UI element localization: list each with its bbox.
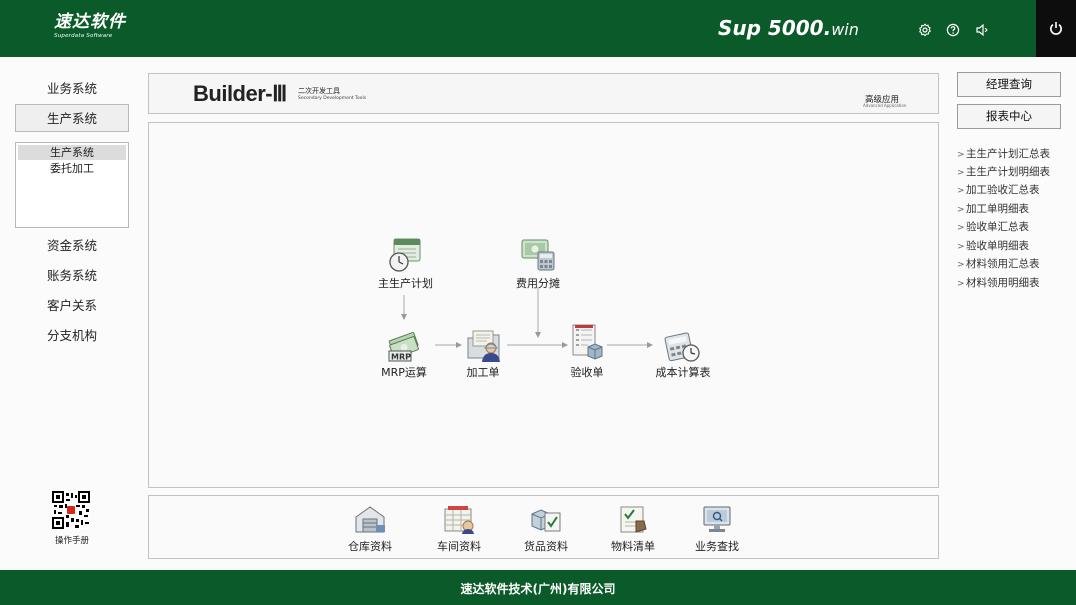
tool-business-search[interactable]: 业务查找 (685, 504, 749, 554)
help-icon[interactable] (946, 23, 960, 37)
document-box-icon[interactable] (568, 322, 606, 360)
material-list-icon (620, 506, 647, 533)
advanced-app-label-en: Advanced Application (863, 103, 907, 108)
node-cost-allocation[interactable]: 费用分摊 (513, 275, 563, 291)
report-center-button[interactable]: 报表中心 (957, 104, 1061, 129)
qr-code-icon[interactable] (52, 491, 90, 529)
chevron-right-icon: > (957, 168, 965, 178)
report-link[interactable]: >主生产计划明细表 (957, 164, 1050, 179)
report-link[interactable]: >材料领用明细表 (957, 275, 1040, 290)
cash-calculator-icon[interactable] (519, 235, 557, 273)
nav-item-business[interactable]: 业务系统 (15, 75, 129, 103)
app-logo-subtitle: Superdata Software (54, 33, 113, 39)
calculator-clock-icon[interactable] (664, 328, 702, 366)
flow-arrow (401, 287, 653, 348)
sound-icon[interactable] (975, 23, 989, 37)
report-link-label: 材料领用汇总表 (966, 258, 1040, 270)
node-process-order[interactable]: 加工单 (461, 364, 505, 380)
chevron-right-icon: > (957, 186, 965, 196)
submenu-item-outsourcing[interactable]: 委托加工 (18, 161, 126, 176)
mrp-cash-icon[interactable]: MRP (386, 328, 424, 366)
power-icon (1050, 22, 1062, 35)
settings-icon[interactable] (918, 23, 932, 37)
report-link[interactable]: >加工单明细表 (957, 201, 1029, 216)
node-cost-sheet[interactable]: 成本计算表 (652, 364, 714, 380)
tool-warehouse-label: 仓库资料 (348, 540, 392, 553)
calendar-clock-icon[interactable] (386, 235, 424, 273)
nav-item-production[interactable]: 生产系统 (15, 104, 129, 132)
nav-item-funds[interactable]: 资金系统 (15, 232, 129, 260)
node-acceptance-order[interactable]: 验收单 (565, 364, 609, 380)
node-main-production-plan[interactable]: 主生产计划 (378, 275, 433, 291)
report-link-label: 验收单明细表 (966, 240, 1029, 252)
manager-query-button[interactable]: 经理查询 (957, 72, 1061, 97)
report-link-label: 加工单明细表 (966, 203, 1029, 215)
tool-material-list-label: 物料清单 (611, 540, 655, 553)
builder-subtitle-cn: 二次开发工具 (298, 87, 340, 95)
tool-goods[interactable]: 货品资料 (514, 504, 578, 554)
report-link[interactable]: >加工验收汇总表 (957, 182, 1040, 197)
footer-bar: 速达软件技术(广州)有限公司 (0, 570, 1076, 605)
workshop-icon (444, 506, 474, 534)
product-name-suffix: win (831, 20, 859, 39)
tool-workshop-label: 车间资料 (437, 540, 481, 553)
tool-workshop[interactable]: 车间资料 (427, 504, 491, 554)
app-logo: 速达软件 (54, 12, 126, 32)
report-link-label: 验收单汇总表 (966, 221, 1029, 233)
report-link[interactable]: >材料领用汇总表 (957, 256, 1040, 271)
builder-banner[interactable]: Builder-Ⅲ 二次开发工具 Secondary Development T… (148, 73, 939, 114)
chevron-right-icon: > (957, 260, 965, 270)
production-flow-panel: 主生产计划 费用分摊 MRP MRP运算 加工单 验收单 成本计算表 (148, 122, 939, 488)
flow-connectors (401, 287, 653, 348)
nav-item-accounting[interactable]: 账务系统 (15, 262, 129, 290)
submenu-item-production[interactable]: 生产系统 (18, 145, 126, 160)
tool-goods-label: 货品资料 (524, 540, 568, 553)
product-name-main: Sup 5000. (718, 16, 832, 40)
power-button[interactable] (1036, 0, 1076, 57)
goods-icon (531, 509, 561, 532)
builder-title: Builder-Ⅲ (193, 81, 287, 106)
manual-label[interactable]: 操作手册 (45, 534, 99, 546)
tool-material-list[interactable]: 物料清单 (601, 504, 665, 554)
chevron-right-icon: > (957, 279, 965, 289)
svg-text:MRP: MRP (391, 353, 411, 362)
header-bar: 速达软件 Superdata Software Sup 5000.win (0, 0, 1076, 57)
report-link[interactable]: >验收单明细表 (957, 238, 1029, 253)
chevron-right-icon: > (957, 223, 965, 233)
report-link-label: 主生产计划明细表 (966, 166, 1050, 178)
builder-subtitle-en: Secondary Development Tools (298, 96, 367, 101)
chevron-right-icon: > (957, 150, 965, 160)
report-link-label: 材料领用明细表 (966, 277, 1040, 289)
bottom-toolbar: 仓库资料 车间资料 货品资料 物料清单 业务查找 (148, 495, 939, 559)
tool-warehouse[interactable]: 仓库资料 (338, 504, 402, 554)
report-link[interactable]: >主生产计划汇总表 (957, 146, 1050, 161)
production-submenu: 生产系统 委托加工 (15, 142, 129, 228)
chevron-right-icon: > (957, 242, 965, 252)
worker-folder-icon[interactable] (465, 326, 503, 364)
company-name: 速达软件技术(广州)有限公司 (460, 582, 616, 596)
report-link-label: 加工验收汇总表 (966, 184, 1040, 196)
chevron-right-icon: > (957, 205, 965, 215)
product-name: Sup 5000.win (718, 16, 859, 40)
nav-item-branches[interactable]: 分支机构 (15, 322, 129, 350)
report-link-label: 主生产计划汇总表 (966, 148, 1050, 160)
nav-item-crm[interactable]: 客户关系 (15, 292, 129, 320)
tool-business-search-label: 业务查找 (695, 540, 739, 553)
warehouse-icon (355, 506, 385, 533)
node-mrp[interactable]: MRP运算 (379, 364, 429, 380)
monitor-search-icon (703, 506, 731, 532)
report-link[interactable]: >验收单汇总表 (957, 219, 1029, 234)
